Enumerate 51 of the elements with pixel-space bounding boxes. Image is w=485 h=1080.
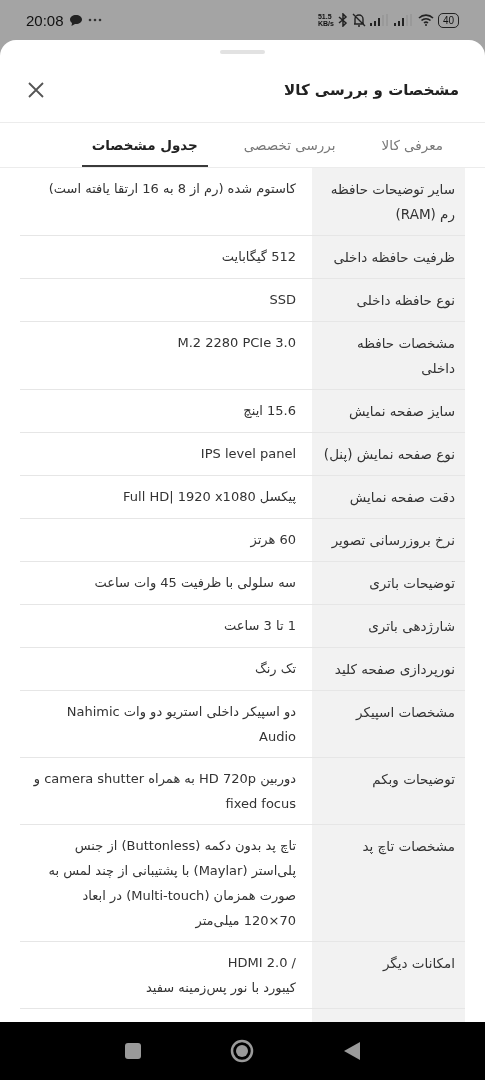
spec-label: نوع حافظه داخلی <box>312 279 465 321</box>
sheet-title: مشخصات و بررسی کالا <box>284 81 459 99</box>
battery-level: 40 <box>437 12 459 28</box>
spec-value: SSD <box>268 291 297 309</box>
tab[interactable]: معرفی کالا <box>371 123 453 167</box>
home-icon <box>230 1039 255 1063</box>
spec-value: کاستوم شده (رم از 8 به 16 ارتقا یافته است) <box>47 180 297 199</box>
spec-label: سایر توضیحات حافظه رم (RAM) <box>312 168 465 235</box>
spec-label: نوع صفحه نمایش (پنل) <box>312 433 465 475</box>
tab[interactable]: جدول مشخصات <box>81 123 208 167</box>
spec-value: IPS level panel <box>199 445 297 463</box>
spec-value: / HDMI 2.0 کیبورد با نور پس‌زمینه سفید <box>145 954 297 998</box>
wifi-icon <box>417 14 434 26</box>
spec-label: توضیحات وبکم <box>312 758 465 824</box>
close-icon <box>28 82 44 98</box>
signal-icon <box>369 14 390 26</box>
spec-label: سایز صفحه نمایش <box>312 390 465 432</box>
spec-value: دو اسپیکر داخلی استریو دو وات Nahimic Audio <box>65 703 297 746</box>
tab[interactable]: بررسی تخصصی <box>233 123 346 167</box>
spec-label: ظرفیت حافظه داخلی <box>312 236 465 278</box>
spec-value: 1 تا 3 ساعت <box>223 617 297 635</box>
spec-value: M.2 2280 PCIe 3.0 <box>176 334 297 352</box>
square-icon <box>124 1043 141 1059</box>
spec-value: سه سلولی با ظرفیت 45 وات ساعت <box>93 574 297 593</box>
spec-label: توضیحات باتری <box>312 562 465 604</box>
spec-value: 512 گیگابایت <box>220 248 297 266</box>
spec-value: تک رنگ <box>254 660 297 678</box>
chat-bubble-icon <box>69 14 82 26</box>
spec-value: 60 هرتز <box>249 531 297 550</box>
close-button[interactable] <box>26 80 46 100</box>
bluetooth-icon <box>337 13 348 27</box>
spec-label: امکانات دیگر <box>312 942 465 1008</box>
recents-button[interactable] <box>124 1043 141 1059</box>
back-icon <box>344 1042 361 1060</box>
signal-icon <box>393 14 414 26</box>
spec-value: پیکسل Full HD| 1920 x1080 <box>122 488 297 506</box>
spec-label: مشخصات تاچ پد <box>312 825 465 941</box>
spec-label: نرخ بروزرسانی تصویر <box>312 519 465 561</box>
spec-label: شارژدهی باتری <box>312 605 465 647</box>
spec-label: مشخصات اسپیکر <box>312 691 465 757</box>
spec-label: دقت صفحه نمایش <box>312 476 465 518</box>
spec-label: نورپردازی صفحه کلید <box>312 648 465 690</box>
back-button[interactable] <box>344 1042 361 1060</box>
spec-value: دوربین HD 720p به همراه camera shutter و fixed focus <box>32 770 297 813</box>
more-icon <box>87 18 102 22</box>
home-button[interactable] <box>230 1039 255 1063</box>
bell-off-icon <box>351 13 366 27</box>
spec-value: 15.6 اینچ <box>242 402 297 420</box>
spec-value: تاچ پد بدون دکمه (Buttonless) از جنس پلی‌استر (Maylar) با پشتیبانی از چند لمس به صورت همزمان (Multi-touch) در ابعاد 70×120 میلی‌متر <box>47 837 297 931</box>
status-time: 20:08 <box>26 11 64 29</box>
spec-label: مشخصات حافظه داخلی <box>312 322 465 389</box>
